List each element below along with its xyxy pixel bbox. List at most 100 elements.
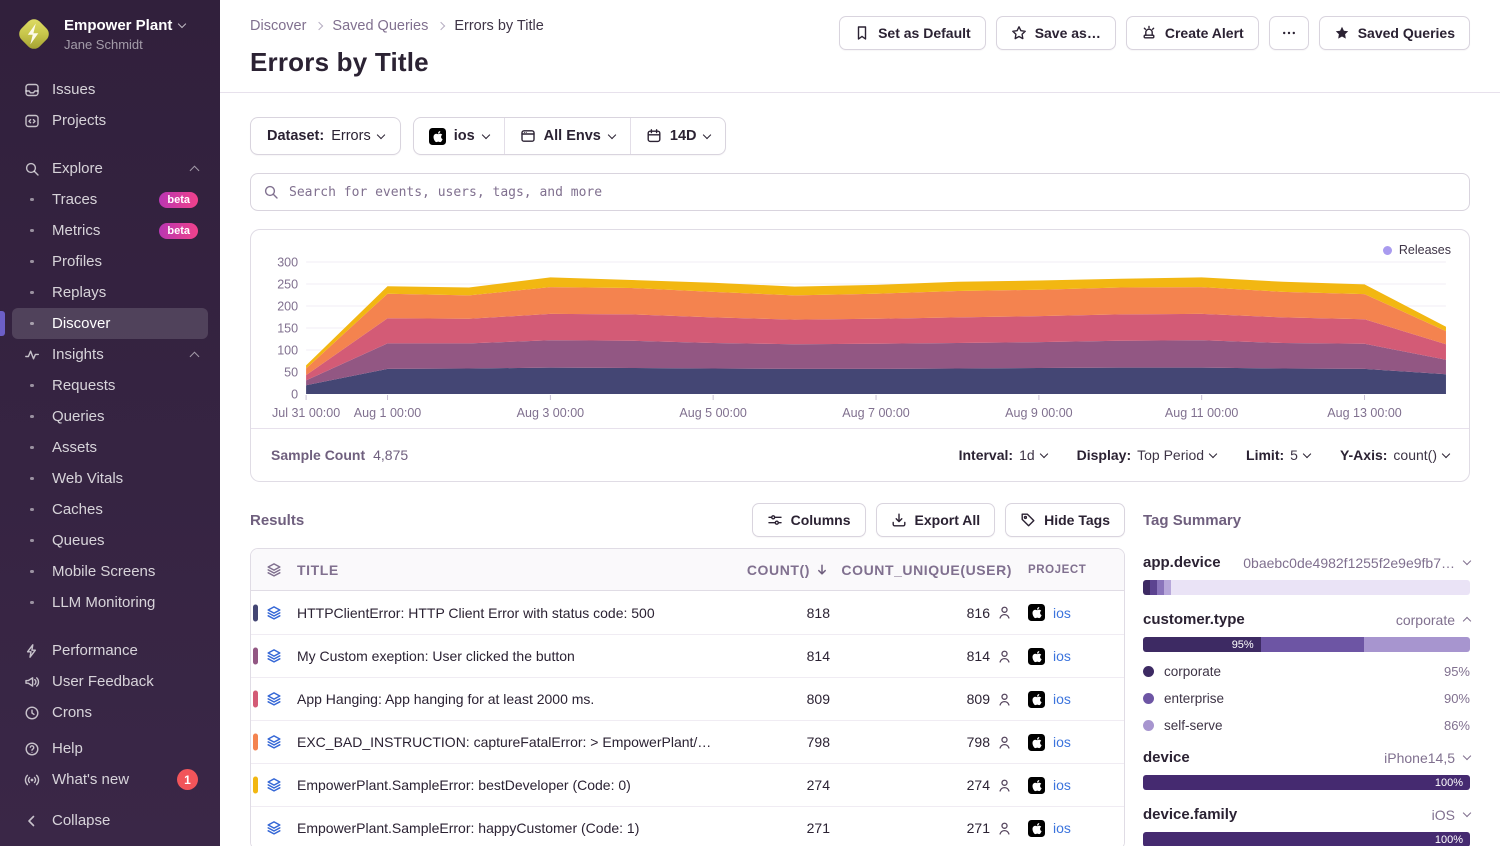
- save-as-button[interactable]: Save as…: [996, 16, 1116, 50]
- column-count-unique[interactable]: COUNT_UNIQUE(USER): [830, 562, 1020, 578]
- chart-panel: Releases 050100150200250300Jul 31 00:00A…: [250, 229, 1470, 482]
- table-row[interactable]: EXC_BAD_INSTRUCTION: captureFatalError: …: [251, 720, 1124, 763]
- sidebar-item-queries[interactable]: Queries: [12, 401, 208, 432]
- sidebar-item-performance[interactable]: Performance: [12, 635, 208, 666]
- project-cell: ios: [1020, 777, 1124, 794]
- interval-selector[interactable]: Interval:1d: [959, 447, 1047, 463]
- sidebar-item-replays[interactable]: Replays: [12, 277, 208, 308]
- environment-filter[interactable]: All Envs: [504, 118, 630, 154]
- user-icon: [997, 735, 1012, 750]
- tag-legend-percent: 86%: [1444, 718, 1470, 733]
- sidebar-item-requests[interactable]: Requests: [12, 370, 208, 401]
- project-link[interactable]: ios: [1053, 820, 1071, 836]
- column-count[interactable]: COUNT(): [730, 562, 830, 578]
- saved-queries-button[interactable]: Saved Queries: [1319, 16, 1470, 50]
- tag-legend-row[interactable]: corporate95%: [1143, 664, 1470, 679]
- sidebar-item-user-feedback[interactable]: User Feedback: [12, 666, 208, 697]
- sidebar-item-mobile-screens[interactable]: Mobile Screens: [12, 556, 208, 587]
- project-filter[interactable]: ios: [414, 118, 504, 154]
- series-color-bar: [253, 691, 258, 708]
- error-title[interactable]: My Custom exeption: User clicked the but…: [297, 648, 730, 664]
- sidebar-item-queues[interactable]: Queues: [12, 525, 208, 556]
- tag-bar-segment: [1171, 580, 1470, 595]
- hide-tags-button[interactable]: Hide Tags: [1005, 503, 1125, 537]
- sidebar-collapse[interactable]: Collapse: [12, 805, 208, 836]
- columns-button[interactable]: Columns: [752, 503, 866, 537]
- stacked-area-chart[interactable]: 050100150200250300Jul 31 00:00Aug 1 00:0…: [251, 230, 1469, 428]
- sidebar-item-caches[interactable]: Caches: [12, 494, 208, 525]
- sidebar-item-explore[interactable]: Explore: [12, 153, 208, 184]
- tag-section-header[interactable]: app.device0baebc0de4982f1255f2e9e9fb7…: [1143, 554, 1470, 571]
- sidebar-item-metrics[interactable]: Metricsbeta: [12, 215, 208, 246]
- sidebar-item-assets[interactable]: Assets: [12, 432, 208, 463]
- y-axis-selector[interactable]: Y-Axis:count(): [1340, 447, 1449, 463]
- error-title[interactable]: App Hanging: App hanging for at least 20…: [297, 691, 730, 707]
- breadcrumb-current: Errors by Title: [454, 18, 543, 34]
- breadcrumb: Discover Saved Queries Errors by Title: [250, 18, 544, 34]
- tag-distribution-bar[interactable]: 100%: [1143, 775, 1470, 790]
- count-unique-value: 271: [830, 820, 1020, 836]
- tag-bar-segment: [1157, 580, 1164, 595]
- tag-legend-row[interactable]: enterprise90%: [1143, 691, 1470, 706]
- tag-section-header[interactable]: customer.typecorporate: [1143, 611, 1470, 628]
- chevron-right-icon: [437, 22, 445, 30]
- sidebar-item-help[interactable]: Help: [12, 733, 208, 764]
- count-unique-value: 798: [830, 734, 1020, 750]
- date-range-filter[interactable]: 14D: [630, 118, 726, 154]
- tag-distribution-bar[interactable]: 100%: [1143, 832, 1470, 846]
- table-row[interactable]: EmpowerPlant.SampleError: bestDeveloper …: [251, 763, 1124, 806]
- project-link[interactable]: ios: [1053, 734, 1071, 750]
- display-selector[interactable]: Display:Top Period: [1077, 447, 1216, 463]
- table-row[interactable]: EmpowerPlant.SampleError: happyCustomer …: [251, 806, 1124, 846]
- project-link[interactable]: ios: [1053, 691, 1071, 707]
- breadcrumb-saved-queries[interactable]: Saved Queries: [332, 18, 428, 34]
- org-switcher[interactable]: Empower Plant Jane Schmidt: [0, 8, 220, 60]
- chart-legend[interactable]: Releases: [1383, 243, 1451, 257]
- export-all-button[interactable]: Export All: [876, 503, 996, 537]
- sidebar-item-discover[interactable]: Discover: [12, 308, 208, 339]
- series-color-bar: [253, 734, 258, 751]
- table-header: TITLE COUNT() COUNT_UNIQUE(USER) PROJECT: [251, 549, 1124, 591]
- column-project[interactable]: PROJECT: [1020, 564, 1124, 576]
- tag-key: customer.type: [1143, 611, 1245, 628]
- svg-text:250: 250: [277, 278, 298, 292]
- tag-legend-percent: 90%: [1444, 691, 1470, 706]
- error-title[interactable]: EmpowerPlant.SampleError: bestDeveloper …: [297, 777, 730, 793]
- sidebar-item-traces[interactable]: Tracesbeta: [12, 184, 208, 215]
- breadcrumb-discover[interactable]: Discover: [250, 18, 306, 34]
- bullet-icon: [22, 384, 42, 388]
- sidebar-item-insights[interactable]: Insights: [12, 339, 208, 370]
- search-input[interactable]: [250, 173, 1470, 211]
- error-title[interactable]: HTTPClientError: HTTP Client Error with …: [297, 605, 730, 621]
- sidebar-item-issues[interactable]: Issues: [12, 74, 208, 105]
- help-icon: [22, 741, 42, 757]
- table-row[interactable]: My Custom exeption: User clicked the but…: [251, 634, 1124, 677]
- sidebar-item-profiles[interactable]: Profiles: [12, 246, 208, 277]
- sidebar-item-what-s-new[interactable]: What's new1: [12, 764, 208, 795]
- table-row[interactable]: App Hanging: App hanging for at least 20…: [251, 677, 1124, 720]
- tag-section-header[interactable]: deviceiPhone14,5: [1143, 749, 1470, 766]
- tag-distribution-bar[interactable]: [1143, 580, 1470, 595]
- project-link[interactable]: ios: [1053, 605, 1071, 621]
- error-title[interactable]: EmpowerPlant.SampleError: happyCustomer …: [297, 820, 730, 836]
- sidebar-item-web-vitals[interactable]: Web Vitals: [12, 463, 208, 494]
- limit-selector[interactable]: Limit:5: [1246, 447, 1310, 463]
- tag-distribution-bar[interactable]: 95%: [1143, 637, 1470, 652]
- project-link[interactable]: ios: [1053, 777, 1071, 793]
- chevron-down-icon: [1463, 557, 1471, 565]
- dataset-selector[interactable]: Dataset: Errors: [250, 117, 401, 155]
- beta-badge: beta: [159, 223, 198, 239]
- error-title[interactable]: EXC_BAD_INSTRUCTION: captureFatalError: …: [297, 734, 730, 750]
- set-as-default-button[interactable]: Set as Default: [839, 16, 986, 50]
- more-options-button[interactable]: [1269, 16, 1309, 50]
- sidebar-item-llm-monitoring[interactable]: LLM Monitoring: [12, 587, 208, 618]
- sidebar-item-crons[interactable]: Crons: [12, 697, 208, 728]
- project-link[interactable]: ios: [1053, 648, 1071, 664]
- column-title[interactable]: TITLE: [297, 562, 730, 578]
- table-row[interactable]: HTTPClientError: HTTP Client Error with …: [251, 591, 1124, 634]
- tag-section-header[interactable]: device.familyiOS: [1143, 806, 1470, 823]
- tag-legend-row[interactable]: self-serve86%: [1143, 718, 1470, 733]
- create-alert-button[interactable]: Create Alert: [1126, 16, 1259, 50]
- sidebar-item-projects[interactable]: Projects: [12, 105, 208, 136]
- results-title: Results: [250, 512, 304, 529]
